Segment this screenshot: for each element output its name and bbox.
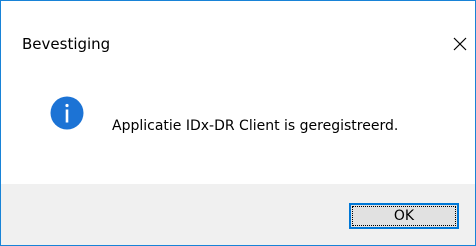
title-bar xyxy=(1,1,475,31)
dialog-title: Bevestiging xyxy=(22,35,111,53)
close-button[interactable] xyxy=(446,30,474,58)
dialog-message: Applicatie IDx-DR Client is geregistreer… xyxy=(112,118,399,134)
info-icon xyxy=(50,96,84,130)
ok-button-label: OK xyxy=(393,208,415,224)
ok-button[interactable]: OK xyxy=(349,203,459,229)
close-icon xyxy=(453,37,467,51)
